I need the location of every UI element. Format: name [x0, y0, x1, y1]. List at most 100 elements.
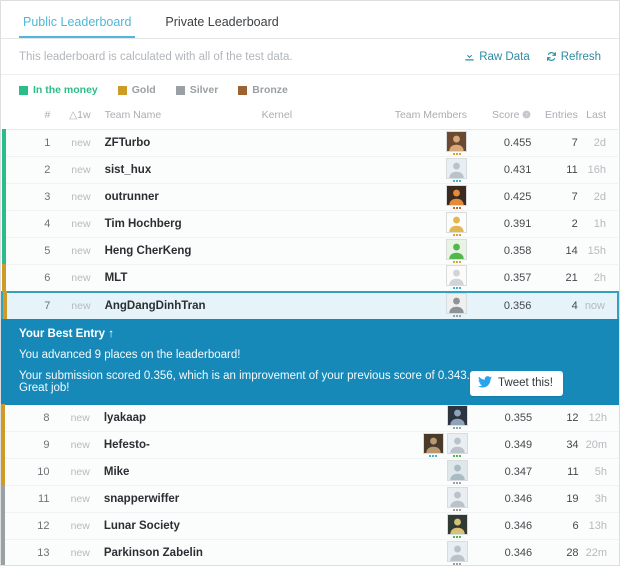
cell-score: 0.391 — [475, 211, 531, 238]
avatar[interactable] — [447, 514, 468, 535]
column-header-kernel[interactable]: Kernel — [262, 105, 383, 130]
cell-last: 1h — [578, 211, 618, 238]
cell-rank: 8 — [1, 405, 49, 432]
in-the-money-swatch-icon — [19, 86, 28, 95]
tab-private-leaderboard[interactable]: Private Leaderboard — [161, 15, 282, 38]
avatar-wrap[interactable] — [447, 460, 468, 485]
tab-public-leaderboard[interactable]: Public Leaderboard — [19, 15, 135, 38]
cell-team-name[interactable]: outrunner — [91, 184, 262, 211]
cell-entries: 34 — [532, 432, 578, 459]
raw-data-label: Raw Data — [479, 51, 530, 63]
cell-team-members — [383, 405, 476, 432]
table-row[interactable]: 12newLunar Society0.346613h — [1, 513, 619, 540]
cell-team-name[interactable]: AngDangDinhTran — [91, 292, 262, 319]
cell-team-name[interactable]: Lunar Society — [90, 513, 262, 540]
cell-entries: 7 — [531, 130, 577, 157]
avatar-wrap[interactable] — [447, 487, 468, 512]
table-row[interactable]: 11newsnapperwiffer0.346193h — [1, 486, 619, 513]
team-member-avatars — [382, 185, 467, 210]
avatar[interactable] — [446, 131, 467, 152]
cell-rank: 6 — [2, 265, 50, 292]
avatar-wrap[interactable] — [447, 405, 468, 430]
table-row[interactable]: 5newHeng CherKeng0.3581415h — [2, 238, 618, 265]
avatar-wrap[interactable] — [447, 514, 468, 539]
cell-delta: new — [50, 184, 90, 211]
cell-team-name[interactable]: MLT — [91, 265, 262, 292]
cell-team-name[interactable]: sist_hux — [91, 157, 262, 184]
cell-entries: 14 — [531, 238, 577, 265]
cell-team-name[interactable]: Hefesto- — [90, 432, 262, 459]
cell-team-members — [382, 292, 475, 319]
cell-team-members — [382, 157, 475, 184]
cell-last: 22m — [579, 540, 619, 566]
cell-rank: 3 — [2, 184, 50, 211]
table-row[interactable]: 7newAngDangDinhTran0.3564now — [2, 292, 618, 319]
cell-team-name[interactable]: Heng CherKeng — [91, 238, 262, 265]
leaderboard-table-header: # △1w Team Name Kernel Team Members Scor… — [2, 105, 618, 130]
table-row[interactable]: 8newlyakaap0.3551212h — [1, 405, 619, 432]
column-header-delta[interactable]: △1w — [50, 105, 90, 130]
avatar[interactable] — [446, 158, 467, 179]
cell-delta: new — [50, 292, 90, 319]
leaderboard-card: Public Leaderboard Private Leaderboard T… — [0, 0, 620, 566]
avatar[interactable] — [446, 293, 467, 314]
table-row[interactable]: 4newTim Hochberg0.39121h — [2, 211, 618, 238]
info-icon[interactable]: ? — [522, 109, 531, 121]
cell-last: 15h — [578, 238, 618, 265]
cell-delta: new — [49, 432, 89, 459]
avatar[interactable] — [446, 239, 467, 260]
avatar[interactable] — [447, 433, 468, 454]
cell-team-name[interactable]: lyakaap — [90, 405, 262, 432]
tweet-this-button[interactable]: Tweet this! — [470, 371, 563, 396]
table-row[interactable]: 9newHefesto-0.3493420m — [1, 432, 619, 459]
tier-legend: In the money Gold Silver Bronze — [1, 75, 619, 105]
avatar-wrap[interactable] — [446, 158, 467, 183]
cell-team-name[interactable]: Mike — [90, 459, 262, 486]
avatar-wrap[interactable] — [447, 433, 468, 458]
refresh-button[interactable]: Refresh — [546, 51, 601, 63]
avatar[interactable] — [423, 433, 444, 454]
table-row[interactable]: 3newoutrunner0.42572d — [2, 184, 618, 211]
cell-kernel — [262, 405, 383, 432]
column-header-team-name[interactable]: Team Name — [91, 105, 262, 130]
avatar[interactable] — [447, 405, 468, 426]
raw-data-button[interactable]: Raw Data — [464, 51, 530, 63]
cell-kernel — [262, 513, 383, 540]
table-row[interactable]: 2newsist_hux0.4311116h — [2, 157, 618, 184]
table-row[interactable]: 13newParkinson Zabelin0.3462822m — [1, 540, 619, 566]
cell-team-name[interactable]: ZFTurbo — [91, 130, 262, 157]
avatar-wrap[interactable] — [446, 265, 467, 290]
cell-team-name[interactable]: snapperwiffer — [90, 486, 262, 513]
column-header-score[interactable]: Score ? — [475, 105, 531, 130]
table-row[interactable]: 10newMike0.347115h — [1, 459, 619, 486]
cell-delta: new — [50, 157, 90, 184]
cell-rank: 4 — [2, 211, 50, 238]
avatar[interactable] — [446, 265, 467, 286]
avatar[interactable] — [446, 212, 467, 233]
cell-entries: 6 — [532, 513, 578, 540]
column-header-rank[interactable]: # — [2, 105, 50, 130]
table-row[interactable]: 1newZFTurbo0.45572d — [2, 130, 618, 157]
column-header-team-members[interactable]: Team Members — [382, 105, 475, 130]
avatar[interactable] — [447, 541, 468, 562]
avatar-wrap[interactable] — [446, 239, 467, 264]
column-header-last[interactable]: Last — [578, 105, 618, 130]
cell-last: 2d — [578, 130, 618, 157]
avatar-wrap[interactable] — [446, 185, 467, 210]
avatar[interactable] — [446, 185, 467, 206]
avatar-wrap[interactable] — [446, 212, 467, 237]
cell-team-name[interactable]: Tim Hochberg — [91, 211, 262, 238]
avatar[interactable] — [447, 487, 468, 508]
cell-team-name[interactable]: Parkinson Zabelin — [90, 540, 262, 566]
team-member-avatars — [382, 293, 467, 318]
avatar-wrap[interactable] — [447, 541, 468, 566]
avatar-wrap[interactable] — [446, 293, 467, 318]
table-row[interactable]: 6newMLT0.357212h — [2, 265, 618, 292]
avatar-wrap[interactable] — [423, 433, 444, 458]
column-header-entries[interactable]: Entries — [531, 105, 577, 130]
cell-kernel — [262, 130, 383, 157]
cell-rank: 11 — [1, 486, 49, 513]
cell-kernel — [262, 238, 383, 265]
avatar-wrap[interactable] — [446, 131, 467, 156]
avatar[interactable] — [447, 460, 468, 481]
